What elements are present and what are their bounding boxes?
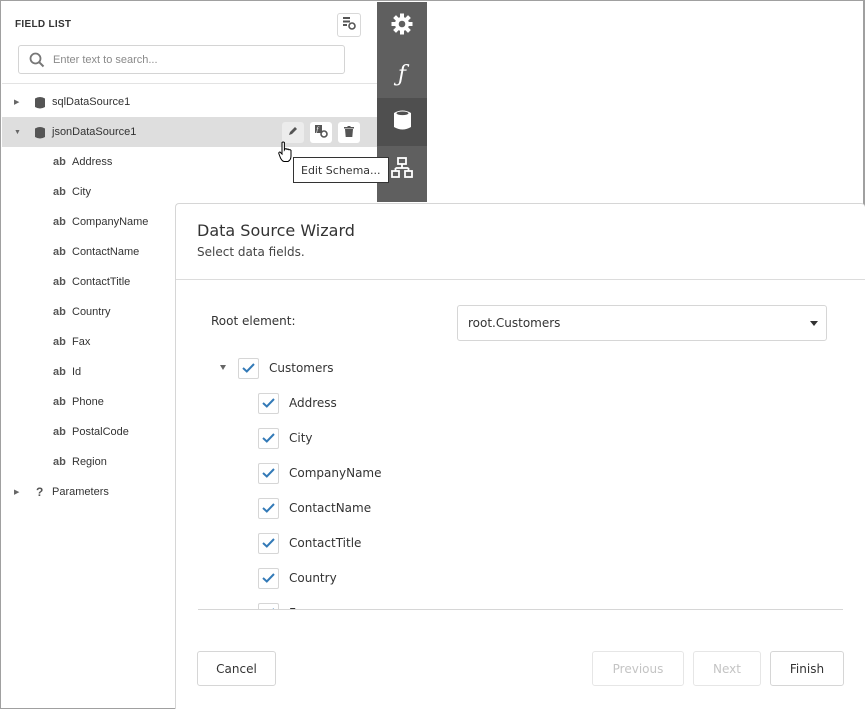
expand-arrow-icon[interactable]: ▶ [14,488,19,496]
edit-icon [288,126,298,139]
string-type-icon: ab [53,246,66,258]
parameters-label: Parameters [52,486,109,498]
function-icon: ƒ [397,61,407,87]
field-label: Fax [72,336,91,348]
field-checkbox-row[interactable]: City [258,425,313,451]
cancel-button[interactable]: Cancel [197,651,276,686]
string-type-icon: ab [53,186,66,198]
field-label: ContactName [72,246,140,258]
root-element-select[interactable]: root.Customers [457,305,827,341]
string-type-icon: ab [53,276,66,288]
field-checkbox-row[interactable]: Address [258,390,337,416]
data-source-wizard-dialog: Data Source Wizard Select data fields. R… [175,203,865,709]
field-checkbox-row[interactable]: CompanyName [258,460,382,486]
field-label: ContactTitle [72,276,131,288]
field-label: Region [72,456,107,468]
field-label: Id [72,366,82,378]
field-checkbox-label: City [289,431,313,445]
add-data-source-button[interactable] [337,13,361,37]
string-type-icon: ab [53,306,66,318]
hierarchy-icon [391,156,413,184]
checkmark-icon [262,538,275,548]
field-checkbox[interactable] [258,427,279,449]
field-checkbox[interactable] [258,532,279,554]
string-type-icon: ab [53,336,66,348]
root-element-label: Root element: [211,314,296,328]
field-label: Country [72,306,111,318]
data-source-label: sqlDataSource1 [52,96,131,108]
field-search-input[interactable] [53,46,338,73]
wizard-header-divider [176,279,865,280]
database-icon [393,109,411,136]
fields-tree-divider [198,609,843,610]
expand-arrow-icon[interactable]: ▶ [14,98,19,106]
data-source-row-sql[interactable]: ▶ sqlDataSource1 [2,87,377,117]
field-list-divider [2,83,377,84]
tree-node-label: Customers [269,361,334,375]
add-calculated-field-button[interactable]: f [310,122,332,143]
field-label: Address [72,156,113,168]
tab-properties[interactable] [377,2,427,50]
string-type-icon: ab [53,156,66,168]
string-type-icon: ab [53,366,66,378]
dropdown-caret-icon [810,321,818,326]
edit-schema-button[interactable] [282,122,304,143]
calculated-field-icon: f [314,124,328,141]
checkmark-icon [262,468,275,478]
hand-cursor-icon [278,141,294,168]
finish-button[interactable]: Finish [770,651,844,686]
field-checkbox-label: CompanyName [289,466,382,480]
tab-expressions[interactable]: ƒ [377,50,427,98]
data-source-row-json[interactable]: ▼ jsonDataSource1 f [2,117,377,147]
gear-icon [391,13,413,40]
field-list-title: FIELD LIST [15,19,72,30]
field-checkbox[interactable] [258,567,279,589]
next-button[interactable]: Next [693,651,761,686]
field-label: PostalCode [72,426,129,438]
string-type-icon: ab [53,456,66,468]
field-checkbox-label: ContactTitle [289,536,362,550]
checkmark-icon [262,503,275,513]
field-checkbox[interactable] [258,462,279,484]
tab-field-list[interactable] [377,98,427,146]
field-label: Phone [72,396,104,408]
field-label: CompanyName [72,216,149,228]
field-checkbox-label: Country [289,571,337,585]
root-element-value: root.Customers [468,316,561,330]
tree-node-customers[interactable]: Customers [220,355,334,381]
customers-checkbox[interactable] [238,357,259,379]
checkmark-icon [262,573,275,583]
fields-tree-scroll-area[interactable]: Customers Address City CompanyName ContactN… [198,352,843,610]
field-checkbox[interactable] [258,497,279,519]
field-label: City [72,186,91,198]
field-checkbox[interactable] [258,392,279,414]
data-source-label: jsonDataSource1 [52,126,137,138]
field-checkbox-row[interactable]: Country [258,565,337,591]
database-icon [35,96,45,112]
designer-window: FIELD LIST ▶ [0,0,865,709]
trash-icon [344,125,354,140]
parameters-icon: ? [36,485,44,499]
previous-button[interactable]: Previous [592,651,684,686]
checkmark-icon [262,398,275,408]
field-search-box[interactable] [18,45,345,74]
string-type-icon: ab [53,396,66,408]
field-checkbox-label: Address [289,396,337,410]
wizard-title: Data Source Wizard [197,221,355,240]
database-icon [35,126,45,142]
wizard-subtitle: Select data fields. [197,245,305,259]
edit-schema-tooltip: Edit Schema... [293,157,389,183]
add-data-source-icon [342,16,356,35]
field-checkbox-row[interactable]: ContactName [258,495,371,521]
field-checkbox-label: ContactName [289,501,372,515]
collapse-arrow-icon[interactable] [220,365,226,370]
string-type-icon: ab [53,216,66,228]
collapse-arrow-icon[interactable]: ▼ [14,129,21,136]
remove-data-source-button[interactable] [338,122,360,143]
field-checkbox-row[interactable]: ContactTitle [258,530,361,556]
string-type-icon: ab [53,426,66,438]
checkmark-icon [262,433,275,443]
